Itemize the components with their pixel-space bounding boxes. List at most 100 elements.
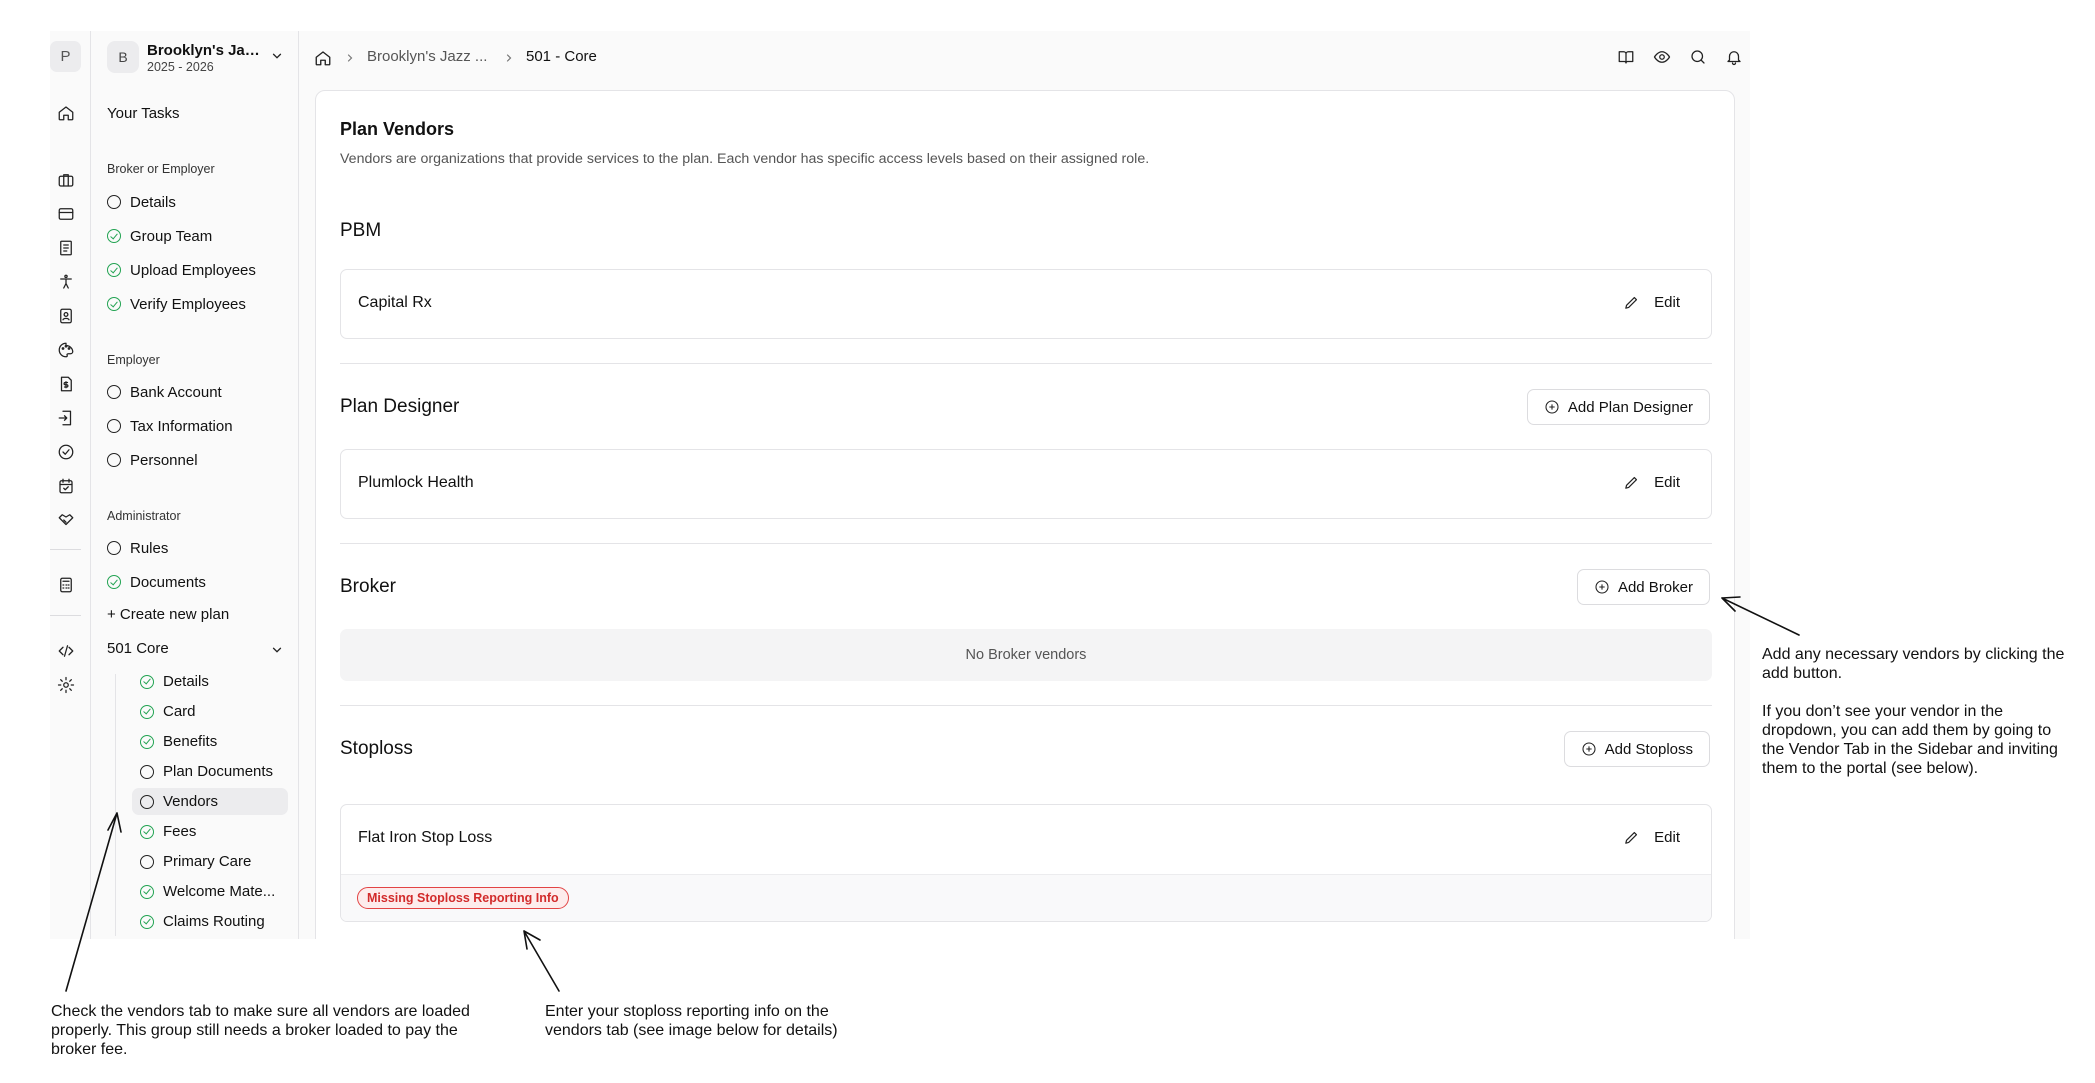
task-details[interactable]: Details bbox=[107, 191, 176, 213]
calendar-check-icon[interactable] bbox=[54, 474, 78, 498]
administrator-heading: Administrator bbox=[107, 509, 181, 523]
task-upload-employees[interactable]: Upload Employees bbox=[107, 259, 256, 281]
document-list-icon[interactable] bbox=[54, 236, 78, 260]
complete-check-icon bbox=[140, 734, 154, 749]
plan-task-welcome-materials[interactable]: Welcome Mate... bbox=[132, 878, 288, 905]
incomplete-circle-icon bbox=[107, 195, 121, 209]
complete-check-icon bbox=[140, 674, 154, 689]
complete-check-icon bbox=[140, 914, 154, 929]
your-tasks-link[interactable]: Your Tasks bbox=[107, 105, 180, 122]
org-switcher[interactable]: B Brooklyn's Jazz Club 2025 - 2026 bbox=[107, 41, 287, 77]
plan-task-vendors[interactable]: Vendors bbox=[132, 788, 288, 815]
incomplete-circle-icon bbox=[107, 419, 121, 433]
missing-info-badge[interactable]: Missing Stoploss Reporting Info bbox=[357, 887, 569, 909]
plan-vendors-card: Plan Vendors Vendors are organizations t… bbox=[315, 90, 1735, 939]
breadcrumb-org[interactable]: Brooklyn's Jazz ... bbox=[367, 48, 487, 65]
task-tax-information[interactable]: Tax Information bbox=[107, 415, 233, 437]
plan-task-details[interactable]: Details bbox=[132, 668, 288, 695]
task-documents[interactable]: Documents bbox=[107, 571, 206, 593]
code-icon[interactable] bbox=[54, 639, 78, 663]
annotation-text: If you don’t see your vendor in the drop… bbox=[1762, 703, 2058, 777]
task-label: Verify Employees bbox=[130, 295, 246, 313]
rail-divider bbox=[50, 615, 81, 616]
button-label: Add Plan Designer bbox=[1567, 398, 1693, 416]
plus-circle-icon bbox=[1545, 400, 1559, 414]
plan-group-toggle[interactable]: 501 Core bbox=[107, 640, 169, 657]
handshake-icon[interactable] bbox=[54, 508, 78, 532]
task-label: Vendors bbox=[163, 793, 219, 810]
edit-label: Edit bbox=[1654, 829, 1680, 846]
task-label: Documents bbox=[130, 573, 206, 591]
credit-card-icon[interactable] bbox=[54, 202, 78, 226]
broker-empty-state: No Broker vendors bbox=[340, 629, 1712, 681]
vendor-name: Capital Rx bbox=[358, 294, 432, 311]
broker-heading: Broker bbox=[340, 576, 396, 597]
chevron-right-icon bbox=[506, 54, 512, 62]
incomplete-circle-icon bbox=[107, 385, 121, 399]
plan-designer-heading: Plan Designer bbox=[340, 396, 460, 417]
complete-check-icon bbox=[140, 704, 154, 719]
task-label: Benefits bbox=[163, 733, 218, 750]
plan-task-fees[interactable]: Fees bbox=[132, 818, 288, 845]
task-label: Primary Care bbox=[163, 853, 252, 870]
task-rules[interactable]: Rules bbox=[107, 537, 168, 559]
eye-icon[interactable] bbox=[1653, 48, 1673, 68]
contact-book-icon[interactable] bbox=[54, 304, 78, 328]
check-circle-icon[interactable] bbox=[54, 440, 78, 464]
task-label: Details bbox=[163, 673, 209, 690]
home-icon[interactable] bbox=[314, 49, 332, 67]
breadcrumb-plan: 501 - Core bbox=[526, 48, 597, 65]
file-import-icon[interactable] bbox=[54, 406, 78, 430]
org-avatar: B bbox=[107, 41, 139, 73]
stoploss-status-row: Missing Stoploss Reporting Info bbox=[341, 874, 1711, 921]
plan-task-benefits[interactable]: Benefits bbox=[132, 728, 288, 755]
annotation-text: Add any necessary vendors by clicking th… bbox=[1762, 646, 2065, 682]
vendor-name: Flat Iron Stop Loss bbox=[358, 829, 493, 846]
pencil-icon bbox=[1625, 296, 1638, 309]
plan-task-claims-routing[interactable]: Claims Routing bbox=[132, 908, 288, 935]
person-accessibility-icon[interactable] bbox=[54, 270, 78, 294]
calculator-icon[interactable] bbox=[54, 573, 78, 597]
palette-icon[interactable] bbox=[54, 338, 78, 362]
plan-task-card[interactable]: Card bbox=[132, 698, 288, 725]
search-icon[interactable] bbox=[1689, 48, 1709, 68]
home-icon[interactable] bbox=[54, 101, 78, 125]
plan-task-plan-documents[interactable]: Plan Documents bbox=[132, 758, 288, 785]
annotation-stoploss-info: Enter your stoploss reporting info on th… bbox=[545, 1003, 838, 1039]
complete-check-icon bbox=[107, 575, 121, 589]
plan-year: 2025 - 2026 bbox=[147, 60, 214, 74]
plan-task-primary-care[interactable]: Primary Care bbox=[132, 848, 288, 875]
task-label: Fees bbox=[163, 823, 197, 840]
task-verify-employees[interactable]: Verify Employees bbox=[107, 293, 246, 315]
bell-icon[interactable] bbox=[1725, 48, 1745, 68]
button-label: Add Stoploss bbox=[1604, 740, 1693, 758]
edit-vendor-button[interactable]: Edit bbox=[1623, 829, 1680, 846]
sidebar: B Brooklyn's Jazz Club 2025 - 2026 Your … bbox=[91, 31, 299, 939]
briefcase-icon[interactable] bbox=[54, 168, 78, 192]
workspace-avatar[interactable]: P bbox=[50, 41, 81, 72]
settings-gear-icon[interactable] bbox=[54, 673, 78, 697]
org-name: Brooklyn's Jazz Club bbox=[147, 42, 262, 59]
task-label: Welcome Mate... bbox=[163, 883, 276, 900]
incomplete-circle-icon bbox=[140, 794, 154, 809]
complete-check-icon bbox=[140, 824, 154, 839]
task-bank-account[interactable]: Bank Account bbox=[107, 381, 222, 403]
rail-divider bbox=[50, 549, 81, 550]
add-broker-button[interactable]: Add Broker bbox=[1576, 569, 1710, 605]
stoploss-heading: Stoploss bbox=[340, 738, 413, 759]
edit-vendor-button[interactable]: Edit bbox=[1623, 294, 1680, 311]
book-open-icon[interactable] bbox=[1617, 48, 1637, 68]
task-group-team[interactable]: Group Team bbox=[107, 225, 212, 247]
chevron-down-icon[interactable] bbox=[270, 643, 284, 657]
task-label: Plan Documents bbox=[163, 763, 274, 780]
task-personnel[interactable]: Personnel bbox=[107, 449, 198, 471]
money-document-icon[interactable] bbox=[54, 372, 78, 396]
add-stoploss-button[interactable]: Add Stoploss bbox=[1563, 731, 1710, 767]
edit-vendor-button[interactable]: Edit bbox=[1623, 474, 1680, 491]
complete-check-icon bbox=[107, 229, 121, 243]
plus-circle-icon bbox=[1595, 580, 1609, 594]
create-plan-link[interactable]: + Create new plan bbox=[107, 606, 229, 623]
vendor-name: Plumlock Health bbox=[358, 474, 474, 491]
pencil-icon bbox=[1625, 476, 1638, 489]
add-plan-designer-button[interactable]: Add Plan Designer bbox=[1526, 389, 1710, 425]
